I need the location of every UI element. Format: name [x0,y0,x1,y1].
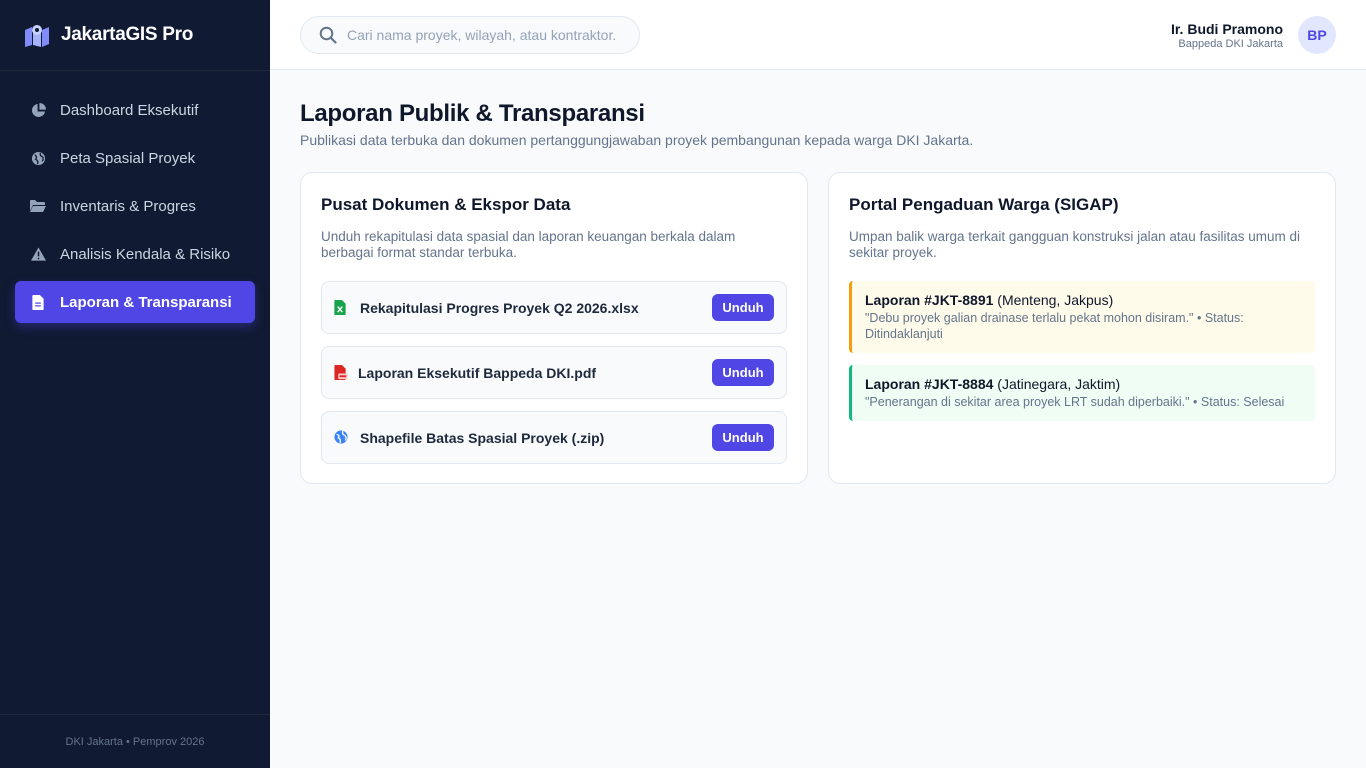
sidebar-item-peta-spasial[interactable]: Peta Spasial Proyek [15,137,255,179]
page-subtitle: Publikasi data terbuka dan dokumen perta… [300,132,974,148]
app-name: JakartaGIS Pro [61,24,194,45]
globe-icon [30,150,46,166]
complaint-header: Laporan #JKT-8891 (Menteng, Jakpus) [865,292,1301,308]
pdf-file-icon [334,364,348,381]
document-item: Rekapitulasi Progres Proyek Q2 2026.xlsx… [321,281,787,334]
documents-card-description: Unduh rekapitulasi data spasial dan lapo… [321,229,736,260]
document-list: Rekapitulasi Progres Proyek Q2 2026.xlsx… [321,281,787,464]
brand[interactable]: JakartaGIS Pro [0,0,270,71]
complaints-card-description: Umpan balik warga terkait gangguan konst… [849,229,1300,260]
document-name: Laporan Eksekutif Bappeda DKI.pdf [358,364,597,381]
complaint-text: "Debu proyek galian drainase terlalu pek… [865,311,1244,341]
user-role: Bappeda DKI Jakarta [1178,37,1283,50]
sidebar-item-label: Dashboard Eksekutif [60,101,199,119]
document-item: Laporan Eksekutif Bappeda DKI.pdf Unduh [321,346,787,399]
complaint-text: "Penerangan di sekitar area proyek LRT s… [865,395,1285,409]
document-item: Shapefile Batas Spasial Proyek (.zip) Un… [321,411,787,464]
complaint-location: (Menteng, Jakpus) [997,292,1114,308]
map-logo-icon [25,25,49,47]
warning-icon [30,246,46,262]
sidebar: JakartaGIS Pro Dashboard Eksekutif Peta … [0,0,270,768]
complaint-id: Laporan #JKT-8891 [865,292,994,308]
search-bar[interactable] [300,16,640,54]
user-profile[interactable]: Ir. Budi Pramono Bappeda DKI Jakarta BP [1171,16,1336,54]
pie-chart-icon [30,102,46,118]
sidebar-item-analisis[interactable]: Analisis Kendala & Risiko [15,233,255,275]
cards-row: Pusat Dokumen & Ekspor Data Unduh rekapi… [300,172,1336,484]
complaints-card-title: Portal Pengaduan Warga (SIGAP) [849,195,1119,214]
document-name: Shapefile Batas Spasial Proyek (.zip) [360,429,605,446]
user-info: Ir. Budi Pramono Bappeda DKI Jakarta [1171,21,1283,50]
folder-icon [30,198,46,214]
top-header: Ir. Budi Pramono Bappeda DKI Jakarta BP [270,0,1366,70]
sidebar-item-inventaris[interactable]: Inventaris & Progres [15,185,255,227]
search-icon [319,26,337,44]
sidebar-item-laporan[interactable]: Laporan & Transparansi [15,281,255,323]
sidebar-nav: Dashboard Eksekutif Peta Spasial Proyek … [0,71,270,323]
complaint-item[interactable]: Laporan #JKT-8891 (Menteng, Jakpus) "Deb… [849,281,1315,353]
sidebar-item-label: Laporan & Transparansi [60,293,232,311]
documents-card-title: Pusat Dokumen & Ekspor Data [321,195,571,214]
document-icon [30,294,46,310]
complaint-location: (Jatinegara, Jaktim) [997,376,1121,392]
download-button[interactable]: Unduh [712,359,774,386]
user-name: Ir. Budi Pramono [1170,20,1283,37]
document-name: Rekapitulasi Progres Proyek Q2 2026.xlsx [360,299,639,316]
avatar[interactable]: BP [1298,16,1336,54]
sidebar-item-dashboard[interactable]: Dashboard Eksekutif [15,89,255,131]
globe-icon [334,429,350,446]
excel-file-icon [334,299,350,316]
sidebar-footer: DKI Jakarta • Pemprov 2026 [0,714,270,768]
complaint-id: Laporan #JKT-8884 [865,376,994,392]
sidebar-item-label: Analisis Kendala & Risiko [60,245,231,263]
download-button[interactable]: Unduh [712,424,774,451]
main-content: Laporan Publik & Transparansi Publikasi … [300,100,1336,484]
page-title: Laporan Publik & Transparansi [300,100,645,127]
documents-card: Pusat Dokumen & Ekspor Data Unduh rekapi… [300,172,808,484]
complaints-card: Portal Pengaduan Warga (SIGAP) Umpan bal… [828,172,1336,484]
complaint-header: Laporan #JKT-8884 (Jatinegara, Jaktim) [865,376,1301,392]
sidebar-item-label: Inventaris & Progres [60,197,196,215]
download-button[interactable]: Unduh [712,294,774,321]
complaint-item[interactable]: Laporan #JKT-8884 (Jatinegara, Jaktim) "… [849,365,1315,421]
sidebar-item-label: Peta Spasial Proyek [60,149,196,167]
search-input[interactable] [347,27,617,43]
